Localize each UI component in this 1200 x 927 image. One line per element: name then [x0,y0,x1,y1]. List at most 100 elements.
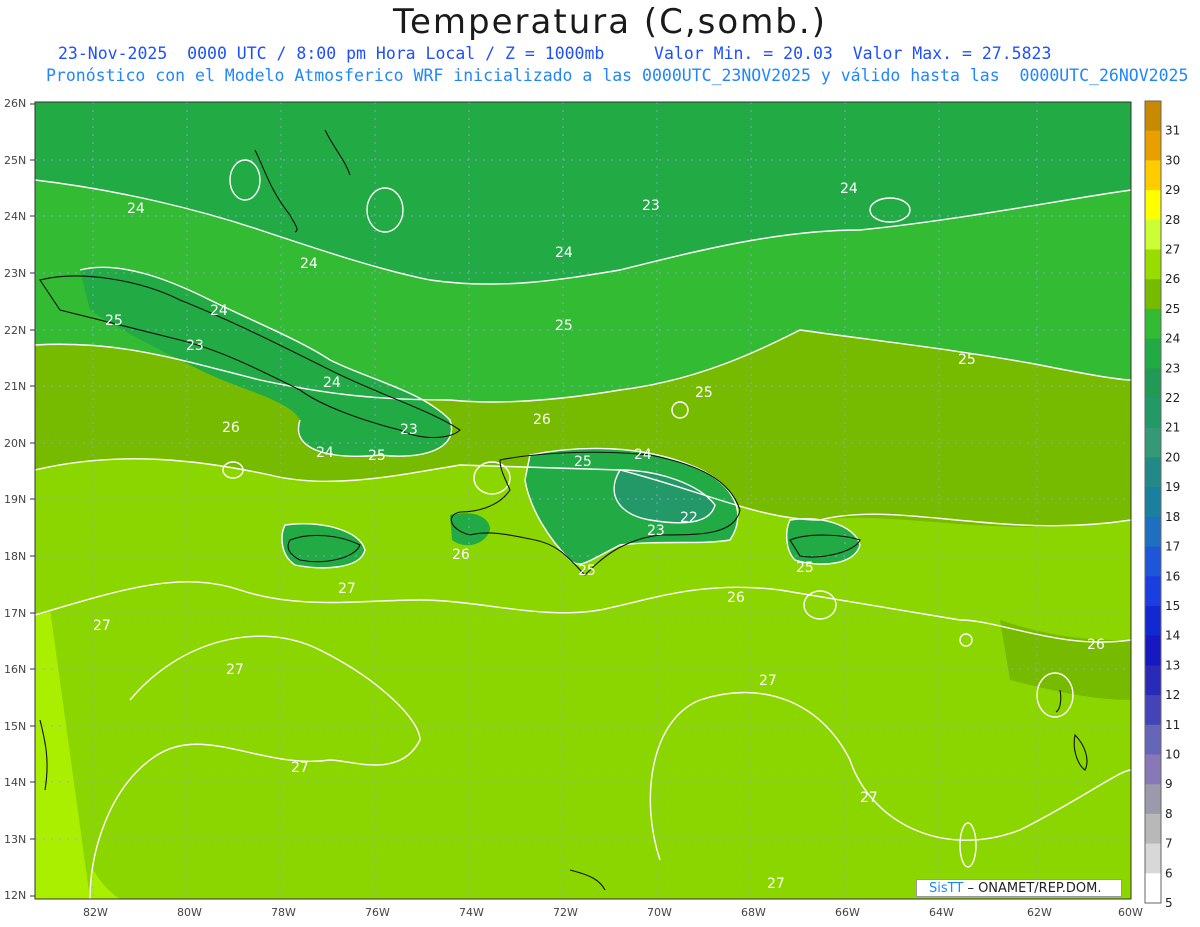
colorbar-label: 9 [1165,777,1173,791]
colorbar-label: 5 [1165,896,1173,910]
contour-label: 27 [338,581,356,597]
colorbar-label: 28 [1165,213,1180,227]
colorbar-label: 10 [1165,747,1180,761]
lat-label: 25N [4,154,26,167]
colorbar-label: 11 [1165,718,1180,732]
colorbar-swatch [1145,813,1161,845]
colorbar-swatch [1145,695,1161,726]
colorbar-swatch [1145,843,1161,874]
colorbar-label: 16 [1165,569,1180,583]
lat-label: 24N [4,210,26,223]
colorbar-swatch [1145,190,1161,221]
contour-label: 24 [634,447,652,463]
contour-label: 26 [222,420,240,436]
colorbar-swatch [1145,160,1161,191]
lat-label: 22N [4,324,26,337]
lon-label: 74W [459,906,484,919]
contour-label: 25 [368,448,386,464]
lat-label: 26N [4,97,26,110]
colorbar-swatch [1145,308,1161,340]
contour-label: 26 [727,590,745,606]
colorbar-label: 29 [1165,183,1180,197]
colorbar-label: 18 [1165,510,1180,524]
colorbar-label: 27 [1165,243,1180,257]
lon-label: 80W [177,906,202,919]
contour-label: 27 [93,618,111,634]
contour-label: 24 [300,256,318,272]
contour-label: 24 [323,375,341,391]
lon-label: 78W [271,906,296,919]
colorbar-swatch [1145,873,1161,904]
lat-label: 12N [4,889,26,902]
colorbar-label: 6 [1165,866,1173,880]
temperature-map: 24 23 24 24 24 25 24 23 25 25 24 25 26 2… [4,97,1180,919]
colorbar-label: 24 [1165,332,1180,346]
contour-label: 24 [210,303,228,319]
colorbar-label: 21 [1165,421,1180,435]
colorbar-label: 15 [1165,599,1180,613]
contour-label: 26 [1087,637,1105,653]
contour-label: 26 [452,547,470,563]
shaded-field [35,102,1131,899]
contour-label: 25 [695,385,713,401]
colorbar-label: 7 [1165,837,1173,851]
lat-label: 21N [4,380,26,393]
colorbar-label: 23 [1165,361,1180,375]
contour-label: 25 [958,352,976,368]
colorbar-swatch [1145,130,1161,161]
colorbar-swatch [1145,487,1161,518]
lon-label: 62W [1027,906,1052,919]
colorbar-swatch [1145,665,1161,696]
lon-label: 82W [83,906,108,919]
colorbar-swatch [1145,338,1161,369]
lat-label: 14N [4,776,26,789]
lon-label: 64W [929,906,954,919]
contour-label: 24 [127,201,145,217]
contour-label: 25 [574,454,592,470]
colorbar-label: 8 [1165,807,1173,821]
contour-label: 27 [759,673,777,689]
lat-label: 20N [4,437,26,450]
lat-label: 17N [4,607,26,620]
contour-label: 26 [533,412,551,428]
colorbar-swatch [1145,427,1161,458]
colorbar-swatch [1145,249,1161,280]
lon-label: 66W [835,906,860,919]
colorbar-swatch [1145,219,1161,251]
colorbar-swatch [1145,398,1161,429]
colorbar-swatch [1145,546,1161,577]
lat-label: 13N [4,833,26,846]
lat-label: 23N [4,267,26,280]
contour-label: 25 [105,313,123,329]
lat-label: 18N [4,550,26,563]
colorbar-swatch [1145,368,1161,399]
colorbar-swatch [1145,457,1161,488]
colorbar-label: 25 [1165,302,1180,316]
colorbar-swatch [1145,279,1161,310]
colorbar-swatch [1145,754,1161,785]
contour-label: 23 [400,422,418,438]
colorbar-label: 31 [1165,124,1180,138]
credit-text: – ONAMET/REP.DOM. [967,881,1102,896]
contour-label: 25 [555,318,573,334]
contour-label: 24 [840,181,858,197]
longitude-axis: 82W 80W 78W 76W 74W 72W 70W 68W 66W 64W … [83,906,1143,919]
colorbar-label: 26 [1165,272,1180,286]
colorbar-label: 20 [1165,450,1180,464]
lon-label: 76W [365,906,390,919]
colorbar-label: 22 [1165,391,1180,405]
lon-label: 68W [741,906,766,919]
latitude-axis: 26N 25N 24N 23N 22N 21N 20N 19N 18N 17N … [4,97,26,902]
contour-label: 25 [578,563,596,579]
colorbar: 31 30 29 28 27 26 25 24 23 22 21 20 19 18 17 16 15 14 13 12… [1144,100,1180,910]
colorbar-swatch [1145,101,1161,132]
colorbar-label: 17 [1165,540,1180,554]
colorbar-swatch [1145,784,1161,815]
colorbar-label: 30 [1165,153,1180,167]
colorbar-label: 14 [1165,629,1180,643]
lat-label: 15N [4,720,26,733]
lon-label: 60W [1118,906,1143,919]
lat-label: 19N [4,493,26,506]
colorbar-label: 13 [1165,658,1180,672]
contour-label: 25 [796,560,814,576]
